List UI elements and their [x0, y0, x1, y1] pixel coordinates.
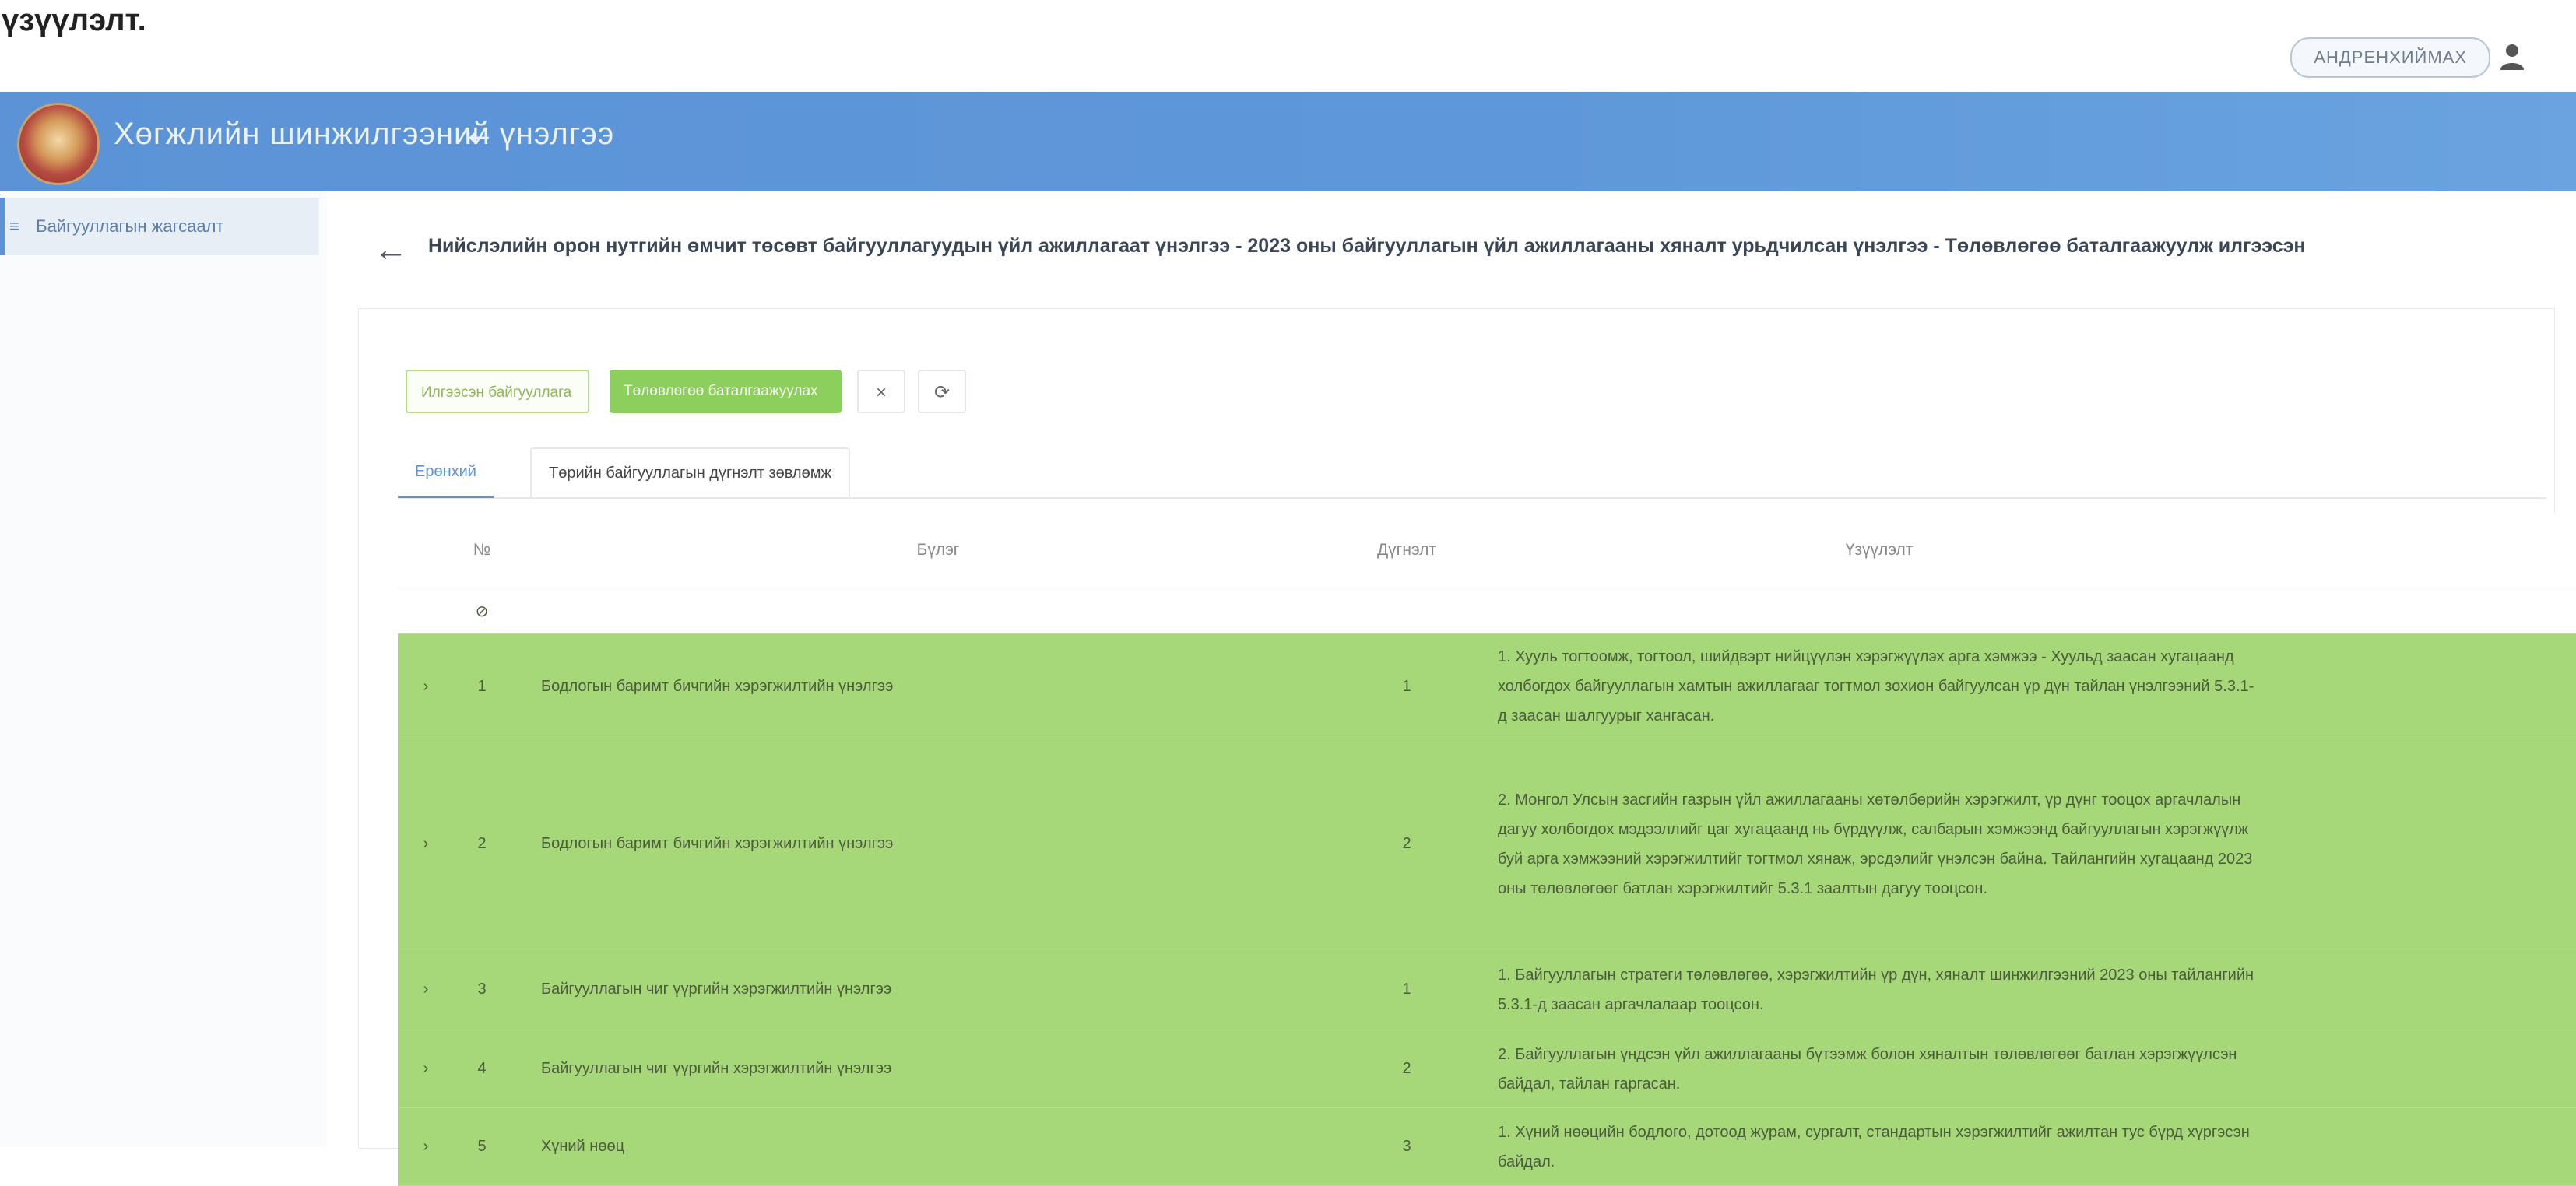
table-row[interactable]: › 4 Байгууллагын чиг үүргийн хэрэгжилтий… — [398, 1030, 2576, 1108]
tab-bar: Ерөнхий Төрийн байгууллагын дүгнэлт зөвл… — [398, 447, 2546, 499]
row-assessment-value: 2 — [1336, 1030, 1478, 1108]
user-icon[interactable] — [2497, 40, 2528, 72]
filter-cell — [510, 588, 1336, 634]
tab-general[interactable]: Ерөнхий — [398, 447, 494, 498]
expand-row-icon[interactable]: › — [398, 949, 454, 1030]
sidebar-collapse-icon[interactable]: ⇤ — [466, 120, 490, 155]
column-header-assessment[interactable]: Дүгнэлт — [1336, 513, 1478, 588]
tab-recommendations[interactable]: Төрийн байгууллагын дүгнэлт зөвлөмж — [530, 447, 850, 497]
row-group-name: Бодлогын баримт бичгийн хэрэгжилтийн үнэ… — [510, 633, 1336, 739]
column-header-number: № — [454, 513, 510, 588]
sidebar-item-organizations[interactable]: ≡ Байгууллагын жагсаалт — [0, 198, 319, 255]
expand-row-icon[interactable]: › — [398, 739, 454, 949]
filter-cell — [398, 588, 454, 634]
expand-row-icon[interactable]: › — [398, 1030, 454, 1108]
list-icon: ≡ — [9, 216, 19, 236]
row-group-name: Байгууллагын чиг үүргийн хэрэгжилтийн үн… — [510, 1030, 1336, 1108]
row-indicator-text: 1. Хууль тогтоомж, тогтоол, шийдвэрт ний… — [1478, 633, 2281, 739]
app-title: Хөгжлийн шинжилгээний үнэлгээ — [114, 117, 615, 151]
top-bar: АНДРЕНХИЙМАХ — [0, 0, 2576, 92]
row-number: 1 — [454, 633, 510, 739]
row-spacer — [2281, 949, 2576, 1030]
table-row[interactable]: › 3 Байгууллагын чиг үүргийн хэрэгжилтий… — [398, 949, 2576, 1030]
evaluation-table: № Бүлэг Дүгнэлт Үзүүлэлт ⊘ › 1 Бодлогын … — [398, 513, 2576, 1186]
filter-cell — [1478, 588, 2281, 634]
row-number: 3 — [454, 949, 510, 1030]
app-header: Хөгжлийн шинжилгээний үнэлгээ ⇤ — [0, 92, 2576, 191]
row-assessment-value: 1 — [1336, 633, 1478, 739]
filter-cell — [2281, 588, 2576, 634]
row-indicator-text: 2. Байгууллагын үндсэн үйл ажиллагааны б… — [1478, 1030, 2281, 1108]
table-header-row: № Бүлэг Дүгнэлт Үзүүлэлт — [398, 513, 2576, 588]
row-spacer — [2281, 633, 2576, 739]
row-number: 2 — [454, 739, 510, 949]
row-indicator-text: 1. Байгууллагын стратеги төлөвлөгөө, хэр… — [1478, 949, 2281, 1030]
sidebar-item-label: Байгууллагын жагсаалт — [36, 216, 224, 236]
refresh-icon[interactable]: ⟳ — [918, 370, 966, 413]
filter-row: ⊘ — [398, 588, 2576, 634]
table-row[interactable]: › 1 Бодлогын баримт бичгийн хэрэгжилтийн… — [398, 633, 2576, 739]
row-number: 4 — [454, 1030, 510, 1108]
row-indicator-text: 2. Монгол Улсын засгийн газрын үйл ажилл… — [1478, 739, 2281, 949]
sent-organizations-button[interactable]: Илгээсэн байгууллага — [406, 370, 589, 413]
row-assessment-value: 1 — [1336, 949, 1478, 1030]
column-header-indicator[interactable]: Үзүүлэлт — [1478, 513, 2281, 588]
user-name-badge[interactable]: АНДРЕНХИЙМАХ — [2290, 37, 2490, 78]
main-content: ← Нийслэлийн орон нутгийн өмчит төсөвт б… — [343, 191, 2576, 1186]
row-assessment-value: 2 — [1336, 739, 1478, 949]
sidebar: ≡ Байгууллагын жагсаалт — [0, 191, 327, 1147]
table-row[interactable]: › 2 Бодлогын баримт бичгийн хэрэгжилтийн… — [398, 739, 2576, 949]
filter-icon[interactable]: ⊘ — [454, 588, 510, 634]
column-header-spacer — [2281, 513, 2576, 588]
row-spacer — [2281, 739, 2576, 949]
emblem-logo — [17, 103, 100, 185]
expand-column-header — [398, 513, 454, 588]
column-header-group[interactable]: Бүлэг — [510, 513, 1336, 588]
confirm-plan-button[interactable]: Төлөвлөгөө баталгаажуулах — [610, 370, 842, 413]
expand-row-icon[interactable]: › — [398, 633, 454, 739]
filter-cell — [1336, 588, 1478, 634]
row-group-name: Бодлогын баримт бичгийн хэрэгжилтийн үнэ… — [510, 739, 1336, 949]
back-arrow-icon[interactable]: ← — [374, 230, 408, 269]
row-group-name: Байгууллагын чиг үүргийн хэрэгжилтийн үн… — [510, 949, 1336, 1030]
page-title: Нийслэлийн орон нутгийн өмчит төсөвт бай… — [428, 235, 2306, 257]
row-spacer — [2281, 1030, 2576, 1108]
content-card: Илгээсэн байгууллага Төлөвлөгөө баталгаа… — [358, 308, 2576, 1186]
close-icon[interactable]: × — [857, 370, 905, 413]
